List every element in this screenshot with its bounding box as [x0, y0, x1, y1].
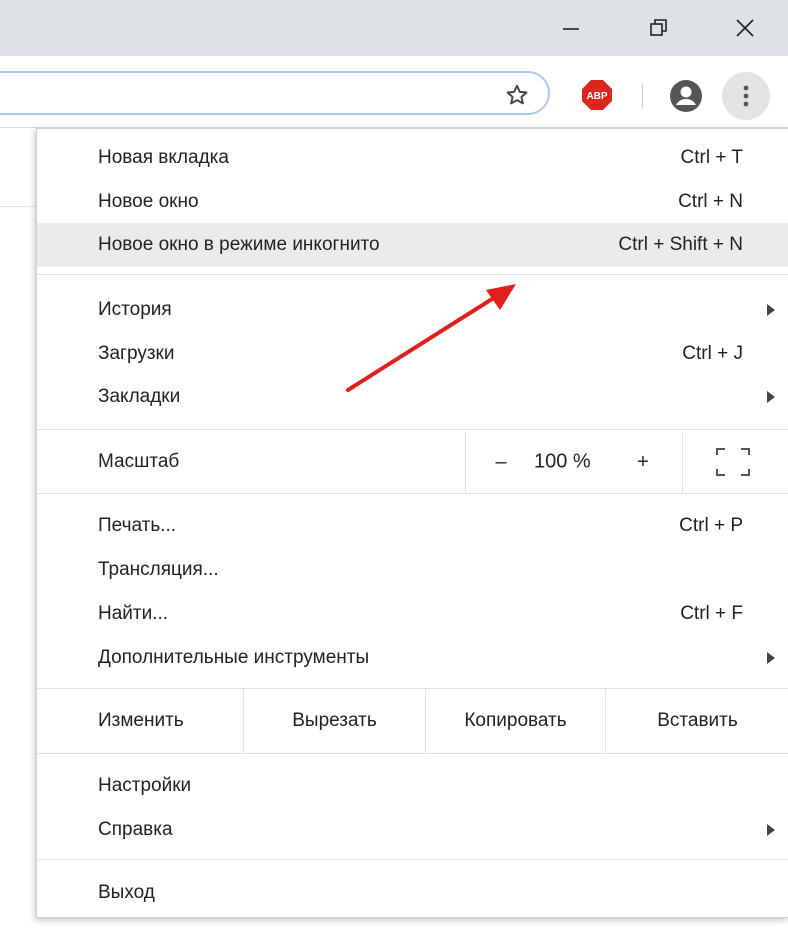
menu-item-exit[interactable]: Выход: [37, 871, 788, 915]
page-content-edge: [0, 128, 36, 947]
edit-label: Изменить: [98, 710, 184, 731]
menu-separator: [37, 493, 788, 494]
minimize-icon: [563, 28, 579, 30]
menu-item-find[interactable]: Найти... Ctrl + F: [37, 592, 788, 636]
zoom-label: Масштаб: [98, 451, 180, 472]
menu-item-shortcut: Ctrl + Shift + N: [618, 234, 743, 255]
browser-toolbar: ABP: [0, 56, 788, 128]
submenu-arrow-icon: [767, 652, 775, 664]
submenu-arrow-icon: [767, 304, 775, 316]
restore-button[interactable]: [636, 0, 682, 56]
submenu-arrow-icon: [767, 824, 775, 836]
edit-row: Изменить Вырезать Копировать Вставить: [37, 689, 788, 753]
bookmark-star-button[interactable]: [500, 78, 534, 112]
restore-icon: [650, 19, 667, 36]
account-circle-icon: [670, 80, 702, 112]
annotation-arrow-icon: [346, 284, 516, 392]
menu-item-help[interactable]: Справка: [37, 808, 788, 852]
menu-item-new-window[interactable]: Новое окно Ctrl + N: [37, 180, 788, 224]
adblock-icon: ABP: [582, 80, 612, 110]
page-divider: [0, 206, 36, 207]
menu-item-print[interactable]: Печать... Ctrl + P: [37, 504, 788, 548]
menu-item-label: Найти...: [98, 603, 169, 624]
menu-item-label: Закладки: [98, 386, 181, 407]
zoom-row: Масштаб – 100 % +: [37, 431, 788, 493]
minimize-button[interactable]: [548, 0, 594, 56]
zoom-in-button[interactable]: +: [628, 447, 658, 477]
copy-button[interactable]: Копировать: [425, 689, 605, 753]
fullscreen-button[interactable]: [713, 445, 753, 479]
chrome-menu: Новая вкладка Ctrl + T Новое окно Ctrl +…: [36, 128, 788, 918]
menu-item-label: Дополнительные инструменты: [98, 647, 370, 668]
menu-item-shortcut: Ctrl + P: [679, 515, 743, 536]
menu-separator: [37, 859, 788, 860]
menu-item-label: Загрузки: [98, 343, 175, 364]
menu-item-new-incognito-window[interactable]: Новое окно в режиме инкогнито Ctrl + Shi…: [37, 223, 788, 267]
toolbar-divider: [642, 84, 643, 108]
menu-item-shortcut: Ctrl + J: [682, 343, 743, 364]
kebab-menu-icon: [743, 85, 749, 107]
menu-item-cast[interactable]: Трансляция...: [37, 548, 788, 592]
menu-item-label: Выход: [98, 882, 155, 903]
zoom-level: 100 %: [534, 450, 591, 473]
menu-item-shortcut: Ctrl + T: [680, 147, 743, 168]
menu-item-shortcut: Ctrl + F: [680, 603, 743, 624]
close-icon: [736, 19, 754, 37]
zoom-out-button[interactable]: –: [486, 447, 516, 477]
chrome-menu-button[interactable]: [722, 72, 770, 120]
menu-item-label: История: [98, 299, 172, 320]
menu-item-label: Новая вкладка: [98, 147, 229, 168]
menu-item-more-tools[interactable]: Дополнительные инструменты: [37, 636, 788, 680]
address-bar[interactable]: [0, 71, 550, 115]
menu-item-label: Новое окно: [98, 191, 199, 212]
menu-item-label: Настройки: [98, 775, 192, 796]
adblock-label: ABP: [586, 91, 607, 102]
menu-separator: [37, 429, 788, 430]
menu-item-label: Справка: [98, 819, 173, 840]
close-button[interactable]: [722, 0, 768, 56]
title-bar: [0, 0, 788, 56]
submenu-arrow-icon: [767, 391, 775, 403]
menu-separator: [37, 753, 788, 754]
menu-item-new-tab[interactable]: Новая вкладка Ctrl + T: [37, 136, 788, 180]
star-icon: [506, 84, 528, 105]
menu-item-shortcut: Ctrl + N: [678, 191, 743, 212]
menu-item-label: Новое окно в режиме инкогнито: [98, 234, 380, 255]
profile-button[interactable]: [668, 78, 704, 114]
adblock-extension-button[interactable]: ABP: [580, 78, 614, 112]
menu-item-label: Печать...: [98, 515, 177, 536]
menu-item-settings[interactable]: Настройки: [37, 764, 788, 808]
paste-button[interactable]: Вставить: [605, 689, 788, 753]
menu-item-label: Трансляция...: [98, 559, 219, 580]
cut-button[interactable]: Вырезать: [243, 689, 425, 753]
fullscreen-icon: [716, 448, 750, 476]
zoom-controls: – 100 % +: [465, 431, 683, 493]
